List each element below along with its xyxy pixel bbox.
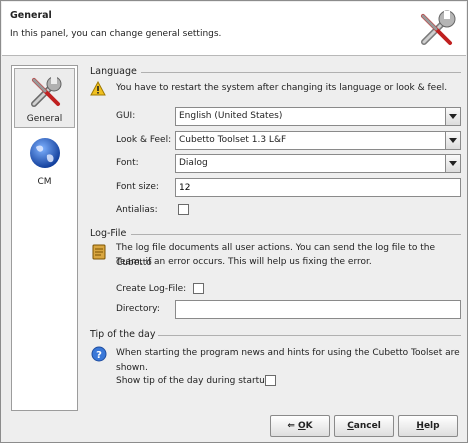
divider [141,72,461,73]
page-description: In this panel, you can change general se… [10,29,222,39]
chevron-down-icon[interactable] [445,155,460,172]
tools-icon [31,76,62,107]
globe-icon [30,138,60,168]
category-sidebar: General CM [11,65,78,411]
sidebar-item-label: CM [37,177,52,187]
language-info-text: You have to restart the system after cha… [116,83,448,93]
gui-label: GUI: [116,111,136,121]
logfile-info-line2: Team, if an error occurs. This will help… [116,257,372,267]
sidebar-item-cm[interactable]: CM [14,130,75,190]
help-label: elp [423,421,440,431]
help-circle-icon: ? [91,346,107,362]
help-mnemonic: H [416,421,424,431]
font-value: Dialog [179,158,208,168]
tip-section-title: Tip of the day [90,329,156,340]
ok-button[interactable]: ⇐ OK [270,415,330,437]
cancel-button[interactable]: Cancel [334,415,394,437]
chevron-down-icon[interactable] [445,108,460,125]
look-feel-select[interactable]: Cubetto Toolset 1.3 L&F [175,131,461,150]
antialias-checkbox[interactable] [178,204,189,215]
logfile-section-title: Log-File [90,228,127,239]
create-logfile-label: Create Log-File: [116,284,187,294]
show-tip-checkbox[interactable] [265,375,276,386]
ok-mnemonic: O [298,421,306,431]
scroll-icon [91,244,107,260]
font-label: Font: [116,158,139,168]
show-tip-label: Show tip of the day during startup: [116,376,274,386]
language-section-title: Language [90,66,137,77]
font-size-label: Font size: [116,182,159,192]
gui-language-select[interactable]: English (United States) [175,107,461,126]
chevron-down-icon[interactable] [445,132,460,149]
svg-text:?: ? [96,350,102,361]
look-feel-value: Cubetto Toolset 1.3 L&F [179,135,287,145]
divider [131,234,461,235]
tools-icon [416,8,458,50]
antialias-label: Antialias: [116,205,158,215]
divider [158,335,461,336]
look-feel-label: Look & Feel: [116,135,172,145]
back-arrow-icon: ⇐ [287,421,299,431]
directory-label: Directory: [116,304,160,314]
cancel-label: ancel [353,421,381,431]
font-size-input[interactable] [175,178,461,197]
gui-language-value: English (United States) [179,111,283,121]
font-select[interactable]: Dialog [175,154,461,173]
settings-window: General In this panel, you can change ge… [0,0,468,443]
directory-input[interactable] [175,300,461,319]
help-button[interactable]: Help [398,415,458,437]
page-title: General [10,10,52,21]
tip-info-text: When starting the program news and hints… [116,348,460,373]
ok-label: K [305,421,313,431]
warning-icon [90,80,106,97]
sidebar-item-general[interactable]: General [14,68,75,128]
header-panel: General In this panel, you can change ge… [2,2,466,56]
create-logfile-checkbox[interactable] [193,283,204,294]
cancel-mnemonic: C [347,421,354,431]
sidebar-item-label: General [26,114,63,124]
